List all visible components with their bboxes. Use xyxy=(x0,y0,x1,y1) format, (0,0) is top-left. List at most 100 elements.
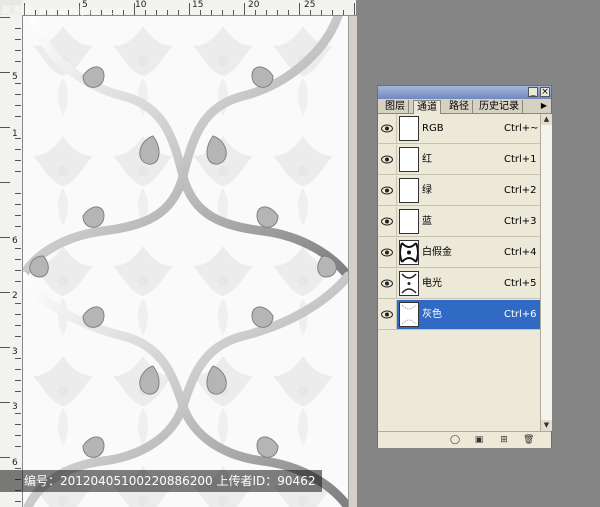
channel-thumbnail xyxy=(399,178,419,203)
panel-title-bar[interactable]: _ × xyxy=(378,86,551,99)
ruler-tick xyxy=(15,270,21,271)
ruler-tick xyxy=(0,347,10,348)
ruler-tick xyxy=(15,215,21,216)
scroll-down-arrow-icon[interactable]: ▼ xyxy=(541,420,552,431)
ruler-tick xyxy=(15,336,21,337)
ruler-tick xyxy=(15,61,21,62)
channel-thumbnail xyxy=(399,116,419,141)
visibility-toggle[interactable] xyxy=(378,114,397,143)
eye-icon xyxy=(381,155,393,164)
image-canvas[interactable] xyxy=(23,16,348,507)
channel-shortcut: Ctrl+6 xyxy=(504,309,537,320)
ruler-tick xyxy=(15,391,21,392)
save-selection-icon[interactable]: ▣ xyxy=(474,435,484,445)
footer-caption: 编号：20120405100220886200 上传者ID：90462 xyxy=(0,470,322,492)
panel-tabs: 图层 通道 路径 历史记录 ▶ xyxy=(378,99,551,114)
ruler-label: 3 xyxy=(12,347,18,357)
visibility-toggle[interactable] xyxy=(378,207,397,236)
ruler-label: 2 xyxy=(12,291,18,301)
ruler-tick xyxy=(299,3,300,15)
ruler-label: 5 xyxy=(12,72,18,82)
channel-row-red[interactable]: 红 Ctrl+1 xyxy=(378,145,540,175)
ruler-tick xyxy=(15,259,21,260)
ruler-tick xyxy=(0,17,10,18)
ruler-tick xyxy=(0,457,10,458)
channel-name: 红 xyxy=(422,154,432,165)
channel-row-gray[interactable]: 灰色 Ctrl+6 xyxy=(378,300,540,330)
ruler-tick xyxy=(15,50,21,51)
ruler-tick xyxy=(15,149,21,150)
ruler-tick xyxy=(15,358,21,359)
channel-row-rgb[interactable]: RGB Ctrl+~ xyxy=(378,114,540,144)
ruler-tick xyxy=(0,182,10,183)
ruler-vertical[interactable]: 5 1 6 2 3 3 6 xyxy=(0,15,23,507)
ruler-label: 3 xyxy=(12,402,18,412)
ruler-tick xyxy=(332,10,333,15)
new-channel-icon[interactable]: ⊞ xyxy=(499,435,509,445)
tab-channels[interactable]: 通道 xyxy=(413,100,441,114)
load-selection-icon[interactable]: ◯ xyxy=(450,435,460,445)
ruler-tick xyxy=(167,10,168,15)
tab-layers[interactable]: 图层 xyxy=(382,100,409,113)
channel-name: 蓝 xyxy=(422,216,432,227)
ruler-label: 15 xyxy=(192,0,204,10)
ruler-tick xyxy=(15,424,21,425)
ruler-tick xyxy=(0,292,10,293)
ruler-tick xyxy=(15,413,21,414)
pattern-thumbnail-icon xyxy=(400,242,418,263)
ruler-tick xyxy=(15,303,21,304)
ruler-tick xyxy=(15,446,21,447)
menu-arrow-icon[interactable]: ▶ xyxy=(539,101,549,111)
ruler-label: 6 xyxy=(12,236,18,246)
ruler-tick xyxy=(15,380,21,381)
ruler-tick xyxy=(244,3,245,15)
ruler-tick xyxy=(15,226,21,227)
close-button[interactable]: × xyxy=(540,87,550,97)
ruler-tick xyxy=(288,10,289,15)
tab-paths[interactable]: 路径 xyxy=(446,100,473,113)
channel-row-electric[interactable]: 电光 Ctrl+5 xyxy=(378,269,540,299)
ruler-tick xyxy=(189,3,190,15)
document-vertical-scrollbar[interactable] xyxy=(348,16,357,507)
minimize-button[interactable]: _ xyxy=(528,87,538,97)
ruler-tick xyxy=(178,10,179,15)
tab-history[interactable]: 历史记录 xyxy=(476,100,523,113)
ruler-tick xyxy=(15,204,21,205)
ruler-tick xyxy=(15,171,21,172)
watermark-text: 昵图网 www.nipic.com xyxy=(2,6,128,17)
channel-shortcut: Ctrl+3 xyxy=(504,216,537,227)
visibility-toggle[interactable] xyxy=(378,176,397,205)
channel-list-scrollbar[interactable]: ▲ ▼ xyxy=(540,114,552,431)
ruler-tick xyxy=(134,3,135,15)
ruler-tick xyxy=(15,193,21,194)
ruler-tick xyxy=(222,10,223,15)
ruler-tick xyxy=(15,28,21,29)
ruler-tick xyxy=(15,105,21,106)
channel-shortcut: Ctrl+4 xyxy=(504,247,537,258)
channel-shortcut: Ctrl+~ xyxy=(504,123,539,134)
ruler-label: 25 xyxy=(304,0,316,10)
ruler-tick xyxy=(15,160,21,161)
visibility-toggle[interactable] xyxy=(378,269,397,298)
channel-shortcut: Ctrl+1 xyxy=(504,154,537,165)
ruler-tick xyxy=(0,72,10,73)
channel-row-white-gold[interactable]: 白假金 Ctrl+4 xyxy=(378,238,540,268)
visibility-toggle[interactable] xyxy=(378,145,397,174)
ruler-tick xyxy=(15,39,21,40)
ruler-tick xyxy=(15,314,21,315)
pattern-thumbnail-icon xyxy=(401,273,417,294)
channel-row-blue[interactable]: 蓝 Ctrl+3 xyxy=(378,207,540,237)
ruler-tick xyxy=(211,10,212,15)
eye-icon xyxy=(381,248,393,257)
visibility-toggle[interactable] xyxy=(378,238,397,267)
delete-channel-icon[interactable]: 🗑 xyxy=(523,435,534,445)
channel-shortcut: Ctrl+5 xyxy=(504,278,537,289)
channel-row-green[interactable]: 绿 Ctrl+2 xyxy=(378,176,540,206)
ruler-label: 10 xyxy=(135,0,147,10)
visibility-toggle[interactable] xyxy=(378,300,397,329)
document-window: 5 10 15 20 25 5 1 6 2 3 3 6 xyxy=(0,0,357,507)
eye-icon xyxy=(381,217,393,226)
ruler-label: 6 xyxy=(12,458,18,468)
ruler-tick xyxy=(277,10,278,15)
scroll-up-arrow-icon[interactable]: ▲ xyxy=(541,114,552,125)
